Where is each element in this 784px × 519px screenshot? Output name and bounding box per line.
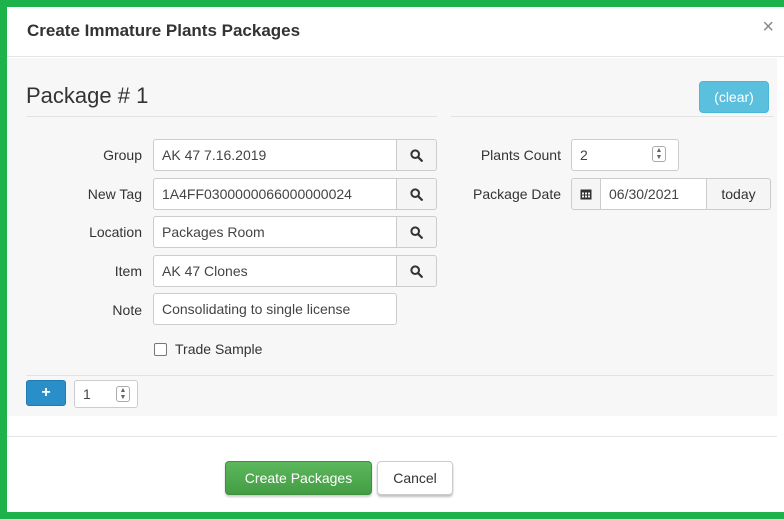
left-divider xyxy=(26,116,437,117)
modal-header: Create Immature Plants Packages × xyxy=(7,7,784,57)
package-heading: Package # 1 xyxy=(26,83,149,108)
location-input[interactable]: Packages Room xyxy=(153,216,397,248)
plants-count-label: Plants Count xyxy=(480,147,561,163)
rows-divider xyxy=(26,375,774,376)
calendar-icon xyxy=(580,188,592,200)
item-input[interactable]: AK 47 Clones xyxy=(153,255,397,287)
search-icon xyxy=(410,264,423,278)
plants-count-spinner-icon[interactable]: ▲ ▼ xyxy=(652,146,666,162)
group-search-button[interactable] xyxy=(397,139,437,171)
new-tag-label: New Tag xyxy=(87,186,142,202)
new-tag-search-button[interactable] xyxy=(397,178,437,210)
note-input[interactable]: Consolidating to single license xyxy=(153,293,397,325)
right-divider xyxy=(451,116,774,117)
calendar-button[interactable] xyxy=(571,178,601,210)
search-icon xyxy=(410,225,423,239)
new-tag-input[interactable]: 1A4FF0300000066000000024 xyxy=(153,178,397,210)
modal-title: Create Immature Plants Packages xyxy=(27,21,301,40)
note-label: Note xyxy=(112,302,142,318)
close-icon[interactable]: × xyxy=(762,17,774,37)
cancel-button[interactable]: Cancel xyxy=(377,461,453,495)
trade-sample-label: Trade Sample xyxy=(175,341,263,357)
trade-sample-checkbox[interactable] xyxy=(154,343,167,356)
today-button[interactable]: today xyxy=(706,178,771,210)
location-search-button[interactable] xyxy=(397,216,437,248)
search-icon xyxy=(410,148,423,162)
group-input[interactable]: AK 47 7.16.2019 xyxy=(153,139,397,171)
clear-button[interactable]: (clear) xyxy=(699,81,769,113)
item-label: Item xyxy=(114,263,142,279)
item-search-button[interactable] xyxy=(397,255,437,287)
plus-icon: + xyxy=(41,384,51,401)
add-count-spinner-icon[interactable]: ▲ ▼ xyxy=(116,386,130,402)
group-label: Group xyxy=(103,147,142,163)
package-date-label: Package Date xyxy=(473,186,561,202)
location-label: Location xyxy=(89,224,142,240)
package-date-input[interactable]: 06/30/2021 xyxy=(600,178,707,210)
search-icon xyxy=(410,187,423,201)
footer-divider xyxy=(7,436,777,437)
add-package-button[interactable]: + xyxy=(26,380,66,406)
create-packages-button[interactable]: Create Packages xyxy=(225,461,372,495)
